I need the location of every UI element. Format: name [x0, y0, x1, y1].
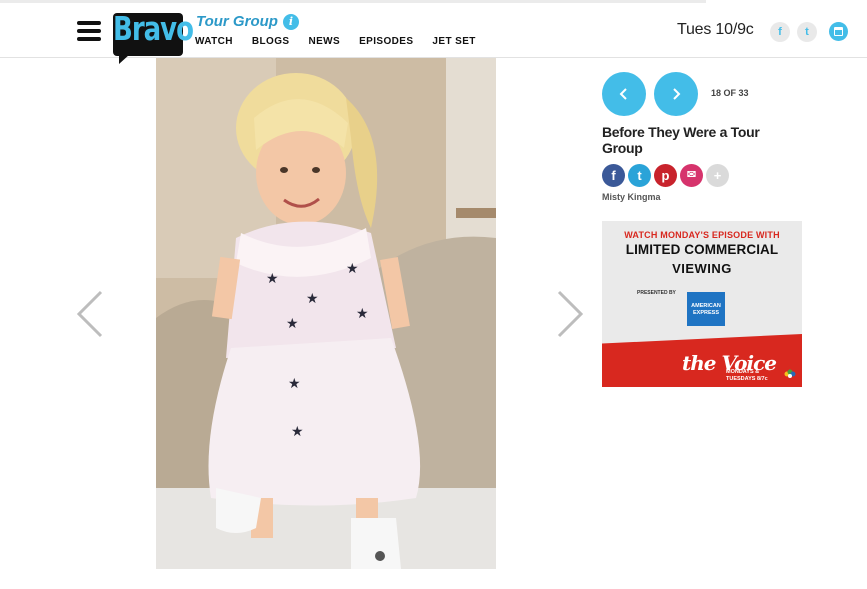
amex-line1: AMERICAN [691, 303, 721, 309]
next-slide-button[interactable] [654, 72, 698, 116]
logo-text: Bravo [113, 11, 194, 49]
email-share-icon[interactable]: ✉ [680, 164, 703, 187]
ad-headline-viewing: VIEWING [672, 261, 732, 276]
slide-counter: 18 OF 33 [711, 88, 749, 98]
gallery-photo: ★ ★ ★ ★ ★ ★ ★ [156, 58, 496, 569]
hamburger-menu-icon[interactable] [77, 21, 101, 43]
more-share-icon[interactable]: + [706, 164, 729, 187]
show-nav: WATCH BLOGS NEWS EPISODES JET SET [195, 36, 495, 47]
ad-presented-by: PRESENTED BY [637, 290, 676, 296]
gallery-title: Before They Were a Tour Group [602, 124, 760, 156]
nav-blogs[interactable]: BLOGS [252, 36, 290, 47]
ad-headline-large: LIMITED COMMERCIAL [625, 242, 779, 257]
pinterest-share-icon[interactable]: p [654, 164, 677, 187]
amex-logo: AMERICAN EXPRESS [687, 292, 725, 326]
twitter-share-icon[interactable]: t [628, 164, 651, 187]
advertisement-banner[interactable]: WATCH MONDAY'S EPISODE WITH LIMITED COMM… [602, 221, 802, 387]
info-icon[interactable]: i [283, 14, 299, 30]
previous-slide-button[interactable] [602, 72, 646, 116]
previous-photo-arrow-icon[interactable] [77, 290, 103, 338]
chevron-right-icon [673, 88, 681, 100]
svg-text:★: ★ [286, 315, 299, 331]
ad-schedule-line1: MONDAYS & [726, 369, 760, 375]
photo-credit: Misty Kingma [602, 192, 661, 202]
logo-tail [119, 55, 133, 64]
nav-episodes[interactable]: EPISODES [359, 36, 413, 47]
header-topline [0, 0, 706, 3]
svg-text:★: ★ [288, 375, 301, 391]
facebook-share-icon[interactable]: f [602, 164, 625, 187]
share-row: f t p ✉ + [602, 164, 729, 187]
amex-line2: EXPRESS [693, 310, 719, 316]
nav-news[interactable]: NEWS [308, 36, 340, 47]
nav-jet-set[interactable]: JET SET [432, 36, 475, 47]
show-title-link[interactable]: Tour Group [196, 13, 278, 30]
photo-illustration: ★ ★ ★ ★ ★ ★ ★ [156, 58, 496, 569]
ad-headline-small: WATCH MONDAY'S EPISODE WITH [624, 230, 780, 240]
facebook-icon[interactable]: f [770, 22, 790, 42]
svg-text:★: ★ [266, 270, 279, 286]
site-header: Bravo Tour Group i WATCH BLOGS NEWS EPIS… [0, 0, 867, 64]
next-photo-arrow-icon[interactable] [557, 290, 583, 338]
svg-text:★: ★ [306, 290, 319, 306]
ad-schedule-line2: TUESDAYS 8/7c [726, 376, 768, 382]
svg-text:★: ★ [291, 423, 304, 439]
twitter-icon[interactable]: t [797, 22, 817, 42]
nbc-peacock-icon [784, 369, 796, 378]
ad-schedule: MONDAYS & TUESDAYS 8/7c [726, 369, 768, 383]
svg-text:★: ★ [356, 305, 369, 321]
airtime-text: Tues 10/9c [677, 21, 754, 38]
chevron-left-icon [619, 88, 627, 100]
svg-text:★: ★ [346, 260, 359, 276]
nav-watch[interactable]: WATCH [195, 36, 233, 47]
calendar-icon[interactable] [829, 22, 848, 41]
